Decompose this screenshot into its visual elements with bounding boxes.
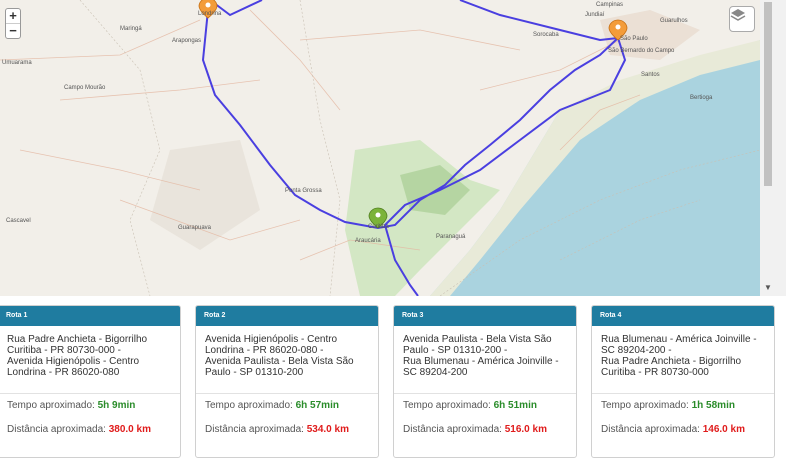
distance-value: 516.0 km xyxy=(504,424,547,435)
route-origin: Rua Blumenau - América Joinville - SC 89… xyxy=(601,334,757,356)
scroll-down-arrow-icon[interactable]: ▼ xyxy=(764,283,772,292)
zoom-out-button[interactable]: − xyxy=(6,23,20,38)
route-time: Tempo aproximado: 6h 51min xyxy=(394,394,576,418)
route-origin: Rua Padre Anchieta - Bigorrilho Curitiba… xyxy=(7,334,148,356)
map-label: Jundiaí xyxy=(585,12,605,18)
time-label: Tempo aproximado: xyxy=(205,400,293,411)
route-origin: Avenida Paulista - Bela Vista São Paulo … xyxy=(403,334,552,356)
time-value: 1h 58min xyxy=(691,400,735,411)
map-label: Cascavel xyxy=(6,218,31,224)
distance-value: 146.0 km xyxy=(702,424,745,435)
route-addresses: Avenida Paulista - Bela Vista São Paulo … xyxy=(394,326,576,393)
map-label: Guarulhos xyxy=(660,18,688,24)
distance-label: Distância aproximada: xyxy=(7,424,106,435)
distance-value: 380.0 km xyxy=(108,424,151,435)
route-time: Tempo aproximado: 5h 9min xyxy=(0,394,180,418)
map-label: Sorocaba xyxy=(533,32,559,38)
distance-label: Distância aproximada: xyxy=(601,424,700,435)
map-label: Campo Mourão xyxy=(64,85,106,91)
route-distance: Distância aproximada: 380.0 km xyxy=(0,418,180,442)
map-label: Campinas xyxy=(596,2,624,8)
layers-icon xyxy=(730,9,746,21)
route-map[interactable]: Maringá Londrina Arapongas Campo Mourão … xyxy=(0,0,760,296)
scrollbar-thumb[interactable] xyxy=(764,2,772,186)
distance-label: Distância aproximada: xyxy=(403,424,502,435)
route-card-title: Rota 4 xyxy=(592,306,774,326)
time-value: 6h 57min xyxy=(295,400,339,411)
route-distance: Distância aproximada: 534.0 km xyxy=(196,418,378,442)
map-label: Santos xyxy=(641,72,660,78)
map-label: Guarapuava xyxy=(178,225,212,231)
map-tiles xyxy=(0,0,760,296)
route-origin: Avenida Higienópolis - Centro Londrina -… xyxy=(205,334,338,356)
map-label: Paranaguá xyxy=(436,234,466,240)
time-value: 5h 9min xyxy=(97,400,136,411)
map-label: Arapongas xyxy=(172,38,202,44)
route-card: Rota 2 Avenida Higienópolis - Centro Lon… xyxy=(195,305,379,458)
route-card-title: Rota 2 xyxy=(196,306,378,326)
route-time: Tempo aproximado: 6h 57min xyxy=(196,394,378,418)
route-cards: Rota 1 Rua Padre Anchieta - Bigorrilho C… xyxy=(0,305,786,461)
route-time: Tempo aproximado: 1h 58min xyxy=(592,394,774,418)
map-label: Ponta Grossa xyxy=(285,188,322,194)
map-label: Umuarama xyxy=(2,60,32,66)
route-addresses: Rua Padre Anchieta - Bigorrilho Curitiba… xyxy=(0,326,180,393)
route-card-title: Rota 3 xyxy=(394,306,576,326)
time-label: Tempo aproximado: xyxy=(403,400,491,411)
time-value: 6h 51min xyxy=(493,400,537,411)
map-label: Londrina xyxy=(198,11,222,17)
route-card: Rota 3 Avenida Paulista - Bela Vista São… xyxy=(393,305,577,458)
distance-label: Distância aproximada: xyxy=(205,424,304,435)
route-addresses: Rua Blumenau - América Joinville - SC 89… xyxy=(592,326,774,393)
route-card: Rota 1 Rua Padre Anchieta - Bigorrilho C… xyxy=(0,305,181,458)
route-card-title: Rota 1 xyxy=(0,306,180,326)
zoom-control: + − xyxy=(5,8,21,39)
map-label: Maringá xyxy=(120,26,142,32)
route-destination: Rua Blumenau - América Joinville - SC 89… xyxy=(403,356,559,378)
zoom-in-button[interactable]: + xyxy=(6,9,20,23)
scrollbar[interactable]: ▼ xyxy=(760,0,786,296)
route-distance: Distância aproximada: 516.0 km xyxy=(394,418,576,442)
route-destination: Avenida Paulista - Bela Vista São Paulo … xyxy=(205,356,354,378)
map-label: Araucária xyxy=(355,238,381,244)
distance-value: 534.0 km xyxy=(306,424,349,435)
time-label: Tempo aproximado: xyxy=(601,400,689,411)
map-label: São Paulo xyxy=(620,36,648,42)
route-addresses: Avenida Higienópolis - Centro Londrina -… xyxy=(196,326,378,393)
layers-button[interactable] xyxy=(729,6,755,32)
route-destination: Avenida Higienópolis - Centro Londrina -… xyxy=(7,356,140,378)
route-destination: Rua Padre Anchieta - Bigorrilho Curitiba… xyxy=(601,356,742,378)
route-card: Rota 4 Rua Blumenau - América Joinville … xyxy=(591,305,775,458)
route-distance: Distância aproximada: 146.0 km xyxy=(592,418,774,442)
time-label: Tempo aproximado: xyxy=(7,400,95,411)
map-label: São Bernardo do Campo xyxy=(608,48,675,54)
map-label: Bertioga xyxy=(690,95,713,101)
map-label: Curitiba xyxy=(368,224,389,230)
